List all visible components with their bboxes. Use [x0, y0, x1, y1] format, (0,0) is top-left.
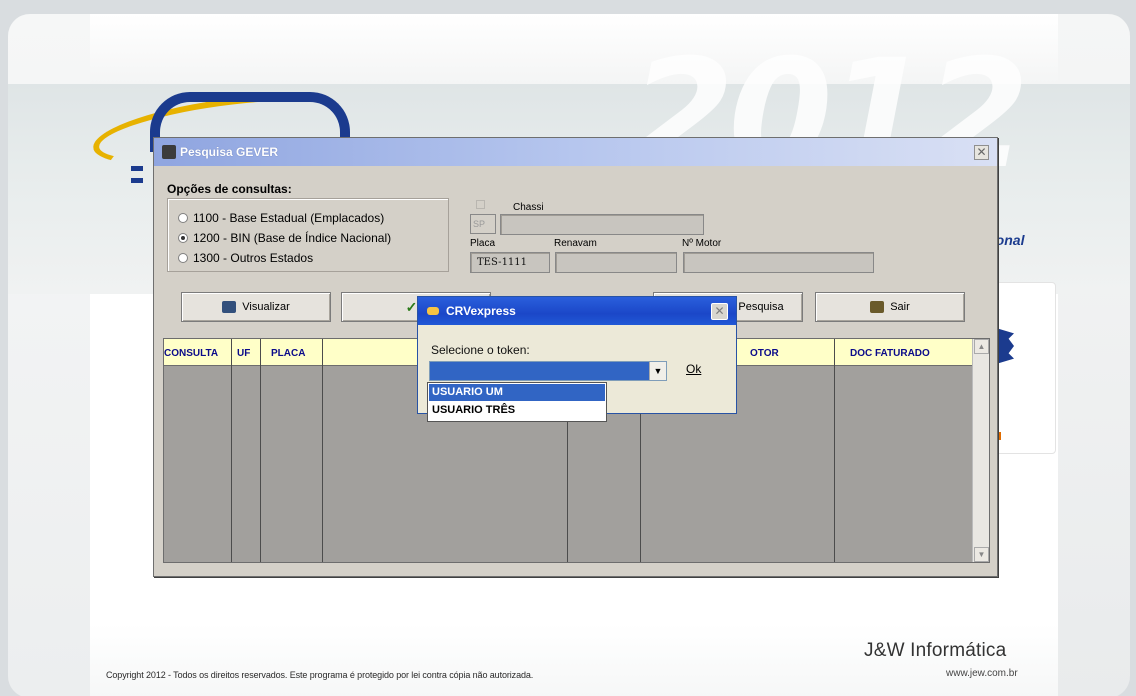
token-label: Selecione o token: [431, 343, 530, 357]
visualizar-button[interactable]: Visualizar [181, 292, 331, 322]
column-divider [231, 339, 232, 562]
token-select[interactable]: ▼ [429, 361, 667, 381]
button-label: Visualizar [242, 301, 290, 313]
ok-button[interactable]: Ok [686, 362, 701, 376]
col-consulta[interactable]: CONSULTA [164, 348, 218, 359]
column-divider [834, 339, 835, 562]
option-1200[interactable]: 1200 - BIN (Base de Índice Nacional) [178, 230, 391, 246]
scroll-up-icon[interactable]: ▲ [974, 339, 989, 354]
chassi-checkbox[interactable] [476, 200, 485, 209]
binoculars-icon [162, 145, 176, 159]
options-title: Opções de consultas: [167, 182, 292, 196]
radio-icon[interactable] [178, 253, 188, 263]
dialog-titlebar[interactable]: Pesquisa GEVER ✕ [154, 138, 997, 166]
option-label: 1200 - BIN (Base de Índice Nacional) [193, 231, 392, 245]
radio-icon[interactable] [178, 213, 188, 223]
placa-label: Placa [470, 238, 496, 249]
radio-selected-icon[interactable] [178, 233, 188, 243]
chassi-field[interactable] [500, 214, 704, 235]
renavam-field[interactable] [555, 252, 677, 273]
column-divider [322, 339, 323, 562]
col-uf[interactable]: UF [237, 348, 250, 359]
brand-url: www.jew.com.br [946, 668, 1018, 679]
ok-label: Ok [686, 362, 702, 376]
token-option[interactable]: USUARIO UM [429, 384, 605, 401]
exit-door-icon [870, 301, 885, 313]
side-panel [988, 282, 1056, 454]
key-icon [427, 307, 439, 315]
renavam-label: Renavam [554, 238, 597, 249]
placa-field[interactable]: TES-1111 [470, 252, 550, 273]
uf-field[interactable]: SP [470, 214, 496, 234]
brand-name: J&W Informática [864, 640, 1007, 661]
chassi-label: Chassi [513, 202, 544, 213]
col-doc-faturado[interactable]: DOC FATURADO [850, 348, 930, 359]
button-label: Sair [890, 301, 910, 313]
button-label: Pesquisa [738, 301, 784, 313]
token-dialog-title: CRVexpress [446, 304, 516, 318]
check-icon: ✓ [405, 298, 418, 315]
col-motor[interactable]: OTOR [750, 348, 779, 359]
option-label: 1300 - Outros Estados [193, 251, 314, 265]
option-label: 1100 - Base Estadual (Emplacados) [193, 211, 385, 225]
token-dialog-titlebar[interactable]: CRVexpress ✕ [418, 297, 736, 325]
token-dropdown-list[interactable]: USUARIO UM USUARIO TRÊS [427, 382, 607, 422]
scroll-down-icon[interactable]: ▼ [974, 547, 989, 562]
gear-icon [996, 328, 1014, 364]
chevron-down-icon[interactable]: ▼ [649, 362, 666, 380]
column-divider [260, 339, 261, 562]
close-icon[interactable]: ✕ [711, 303, 728, 320]
close-icon[interactable]: ✕ [974, 145, 989, 160]
table-scrollbar[interactable]: ▲ ▼ [972, 339, 989, 562]
option-1300[interactable]: 1300 - Outros Estados [178, 250, 313, 266]
sair-button[interactable]: Sair [815, 292, 965, 322]
option-1100[interactable]: 1100 - Base Estadual (Emplacados) [178, 210, 384, 226]
dialog-title: Pesquisa GEVER [180, 145, 279, 159]
view-icon [222, 301, 237, 313]
token-option[interactable]: USUARIO TRÊS [429, 402, 605, 419]
col-placa[interactable]: PLACA [271, 348, 305, 359]
copyright-text: Copyright 2012 - Todos os direitos reser… [106, 670, 534, 680]
motor-field[interactable] [683, 252, 874, 273]
logo-dash-icon [131, 166, 143, 171]
motor-label: Nº Motor [682, 238, 722, 249]
